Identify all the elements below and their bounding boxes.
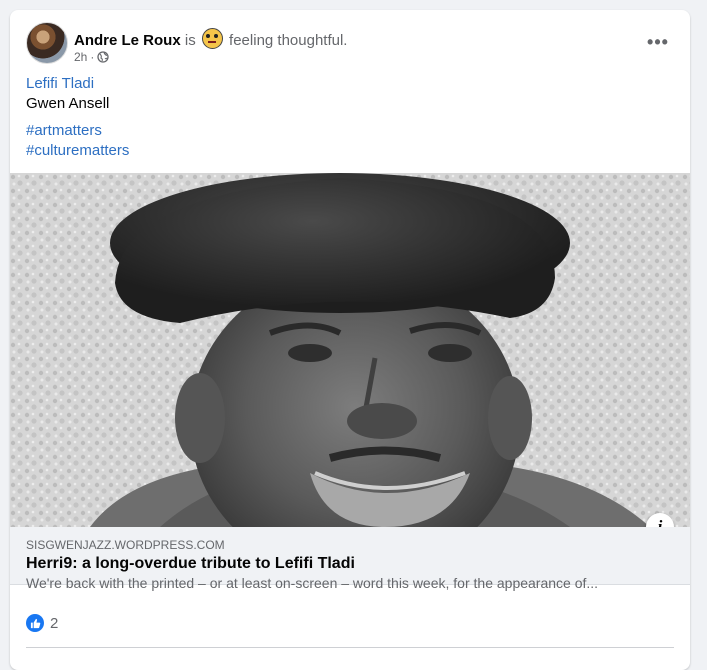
mention-lefifi-tladi[interactable]: Lefifi Tladi [26, 74, 129, 94]
reaction-count: 2 [50, 614, 59, 632]
avatar[interactable] [26, 22, 68, 64]
reaction-summary[interactable]: 2 [26, 614, 58, 632]
thoughtful-emoji-icon [201, 28, 223, 49]
link-description: We're back with the printed – or at leas… [26, 575, 599, 591]
post-time[interactable]: 2h [74, 50, 87, 64]
link-title[interactable]: Herri9: a long-overdue tribute to Lefifi… [26, 554, 674, 574]
post-author-line: Andre Le Roux is feeling thoughtful. [74, 28, 347, 49]
meta-separator: · [90, 50, 95, 64]
post-meta: 2h · [74, 50, 110, 64]
link-domain: SISGWENJAZZ.WORDPRESS.COM [26, 538, 225, 552]
more-options-icon[interactable]: ••• [644, 28, 672, 56]
post-header: Andre Le Roux is feeling thoughtful. 2h … [26, 22, 676, 66]
author-name[interactable]: Andre Le Roux [74, 32, 181, 49]
connector-text: is [184, 32, 196, 49]
body-spacer [26, 114, 129, 121]
link-preview-image[interactable]: i [10, 173, 690, 527]
like-icon [26, 614, 44, 632]
globe-icon [97, 51, 110, 63]
body-line-gwen-ansell: Gwen Ansell [26, 95, 110, 112]
link-preview-card[interactable]: i SISGWENJAZZ.WORDPRESS.COM Herri9: a lo… [10, 173, 690, 591]
action-divider [26, 647, 674, 648]
post-body: Lefifi Tladi Gwen Ansell #artmatters #cu… [26, 74, 129, 161]
link-preview-info[interactable]: SISGWENJAZZ.WORDPRESS.COM Herri9: a long… [10, 527, 690, 591]
post-card: Andre Le Roux is feeling thoughtful. 2h … [10, 10, 690, 670]
feeling-text: feeling thoughtful. [229, 32, 348, 49]
hashtag-artmatters[interactable]: #artmatters [26, 121, 129, 141]
hashtag-culturematters[interactable]: #culturematters [26, 141, 129, 161]
